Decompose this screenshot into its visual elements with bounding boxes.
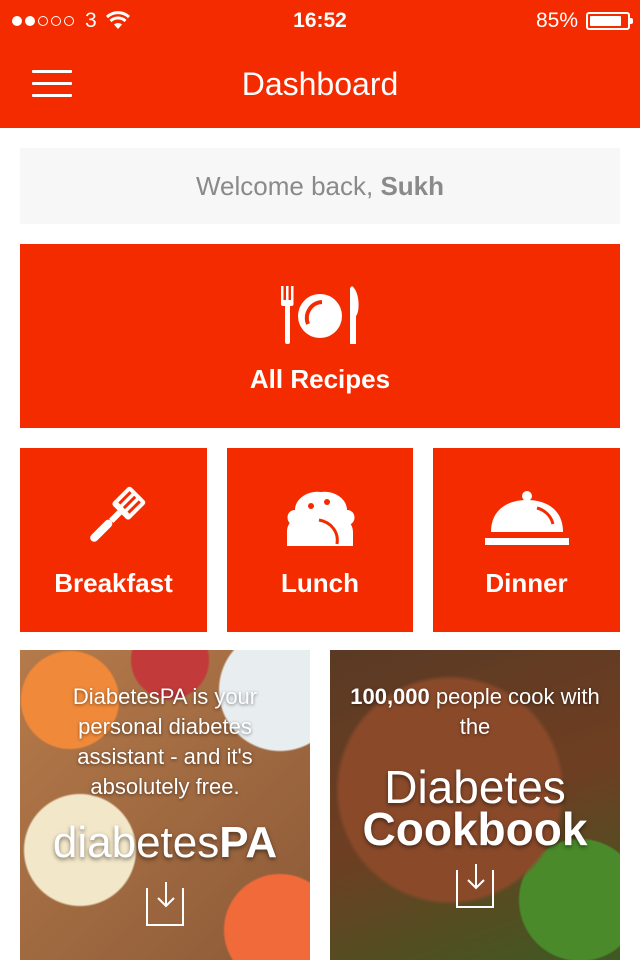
download-icon[interactable] bbox=[146, 882, 184, 926]
dinner-tile[interactable]: Dinner bbox=[433, 448, 620, 632]
cloche-icon bbox=[485, 491, 569, 545]
spatula-icon bbox=[90, 486, 146, 542]
download-icon[interactable] bbox=[456, 864, 494, 908]
battery-level bbox=[590, 16, 621, 26]
welcome-banner: Welcome back, Sukh bbox=[20, 148, 620, 224]
cookbook-text: people cook with the bbox=[429, 684, 600, 739]
brand-light: diabetes bbox=[52, 818, 220, 867]
cookbook-title-line2: Cookbook bbox=[362, 803, 588, 855]
diabetespa-description: DiabetesPA is your personal diabetes ass… bbox=[72, 684, 258, 799]
brand-bold: PA bbox=[219, 818, 278, 867]
diabetespa-logo: diabetesPA bbox=[20, 818, 310, 868]
breakfast-label: Breakfast bbox=[54, 568, 173, 598]
taco-icon bbox=[287, 491, 355, 546]
plate-cutlery-icon bbox=[281, 286, 359, 344]
breakfast-tile[interactable]: Breakfast bbox=[20, 448, 207, 632]
battery-percentage: 85% bbox=[535, 9, 578, 32]
dinner-label: Dinner bbox=[485, 568, 568, 598]
user-name: Sukh bbox=[380, 171, 445, 201]
status-bar: 3 16:52 85% bbox=[0, 0, 640, 40]
lunch-tile[interactable]: Lunch bbox=[227, 448, 413, 632]
all-recipes-label: All Recipes bbox=[249, 364, 391, 394]
page-title: Dashboard bbox=[241, 66, 399, 102]
cookbook-promo[interactable]: 100,000 people cook with the Diabetes Co… bbox=[330, 650, 620, 960]
all-recipes-tile[interactable]: All Recipes bbox=[20, 244, 620, 428]
battery-icon bbox=[586, 12, 633, 30]
diabetespa-promo[interactable]: DiabetesPA is your personal diabetes ass… bbox=[20, 650, 310, 960]
lunch-label: Lunch bbox=[281, 568, 359, 598]
cookbook-tagline: 100,000 people cook with the bbox=[340, 682, 610, 742]
welcome-prefix: Welcome back, bbox=[195, 171, 381, 201]
nav-bar: Dashboard bbox=[0, 40, 640, 128]
cookbook-count: 100,000 bbox=[350, 684, 430, 709]
